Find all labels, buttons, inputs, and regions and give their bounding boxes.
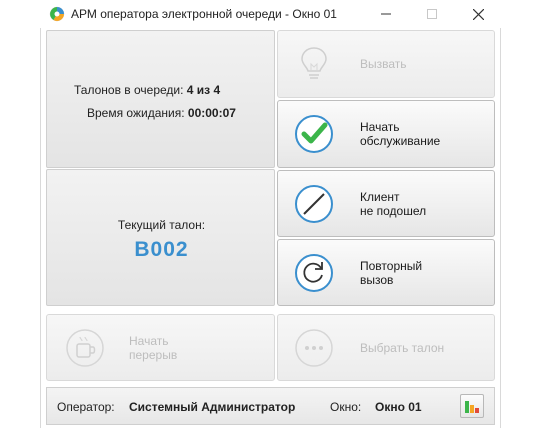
app-logo-icon <box>49 6 65 22</box>
operator-window: Талонов в очереди: 4 из 4 Время ожидания… <box>40 28 501 428</box>
call-button-label: Вызвать <box>360 57 407 71</box>
minimize-icon <box>381 13 391 15</box>
start-service-label: Начать обслуживание <box>360 120 441 148</box>
queue-count-row: Талонов в очереди: 4 из 4 <box>74 83 220 97</box>
close-button[interactable] <box>455 0 501 28</box>
window-label: Окно: <box>330 400 362 414</box>
wait-time-label: Время ожидания: <box>87 106 185 120</box>
queue-info-panel: Талонов в очереди: 4 из 4 Время ожидания… <box>46 30 275 168</box>
operator-label: Оператор: <box>57 400 115 414</box>
select-ticket-label: Выбрать талон <box>360 340 445 355</box>
call-button[interactable]: Вызвать <box>277 30 495 98</box>
dots-circle-icon <box>295 328 333 367</box>
status-bar: Оператор: Системный Администратор Окно: … <box>46 387 495 425</box>
refresh-icon <box>295 253 333 292</box>
close-icon <box>472 8 484 20</box>
recall-label: Повторный вызов <box>360 258 423 287</box>
queue-count-label: Талонов в очереди: <box>74 83 184 97</box>
coffee-cup-icon <box>66 328 104 367</box>
wait-time-value: 00:00:07 <box>187 106 236 120</box>
start-break-button[interactable]: Начать перерыв <box>46 314 275 381</box>
select-ticket-button[interactable]: Выбрать талон <box>277 314 495 381</box>
maximize-button[interactable] <box>409 0 455 28</box>
start-break-label: Начать перерыв <box>129 333 178 362</box>
minimize-button[interactable] <box>363 0 409 28</box>
operator-name: Системный Администратор <box>129 400 296 414</box>
maximize-icon <box>427 9 437 19</box>
current-ticket-panel: Текущий талон: B002 <box>46 169 275 306</box>
slash-circle-icon <box>295 184 333 223</box>
checkmark-icon <box>295 115 333 153</box>
window-controls <box>363 0 501 28</box>
title-bar: АРМ оператора электронной очереди - Окно… <box>40 0 501 28</box>
bar-chart-icon <box>465 401 479 413</box>
statistics-button[interactable] <box>460 394 484 418</box>
recall-button[interactable]: Повторный вызов <box>277 239 495 306</box>
queue-count-value: 4 из 4 <box>186 83 221 97</box>
current-ticket-number: B002 <box>134 238 189 261</box>
start-service-button[interactable]: Начать обслуживание <box>277 100 495 168</box>
current-ticket-label: Текущий талон: <box>117 218 206 232</box>
wait-time-row: Время ожидания: 00:00:07 <box>87 106 236 120</box>
no-show-button[interactable]: Клиент не подошел <box>277 170 495 237</box>
no-show-label: Клиент не подошел <box>360 189 427 218</box>
window-number: Окно 01 <box>375 400 422 414</box>
window-title: АРМ оператора электронной очереди - Окно… <box>71 7 337 21</box>
lightbulb-icon <box>301 47 327 79</box>
